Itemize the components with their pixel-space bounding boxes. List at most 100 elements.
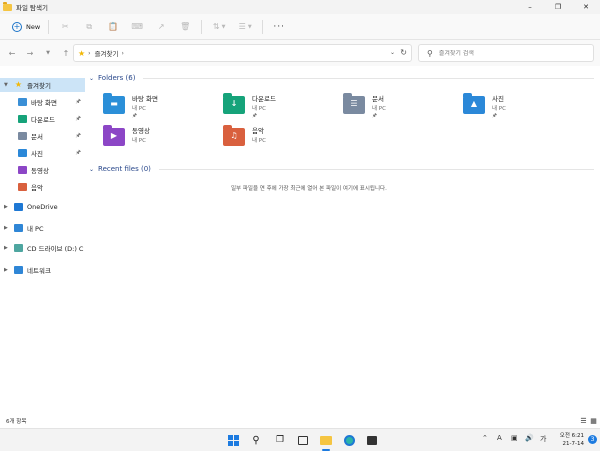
notification-badge[interactable]: 3 [588, 435, 597, 444]
breadcrumb[interactable]: 즐겨찾기 [95, 48, 119, 58]
chevron-down-icon: ⌄ [89, 165, 95, 173]
sidebar-item-onedrive[interactable]: ▶ OneDrive [0, 200, 85, 214]
folder-name: 문서 [372, 95, 384, 103]
chevron-right-icon[interactable]: ▶ [4, 225, 12, 231]
task-view-icon[interactable]: ❐ [273, 433, 287, 447]
folder-tile-music[interactable]: ♫ 음악 내 PC [219, 124, 337, 154]
sidebar-item-downloads[interactable]: 다운로드 🖈 [0, 112, 85, 126]
sidebar-item-desktop[interactable]: 바탕 화면 🖈 [0, 95, 85, 109]
divider [201, 19, 203, 34]
sidebar-item-network[interactable]: ▶ 네트워크 [0, 263, 85, 277]
refresh-icon[interactable]: ↻ [400, 48, 407, 57]
item-count: 6개 항목 [6, 419, 27, 425]
music-folder-icon: ♫ [223, 125, 245, 146]
pin-icon: 🖈 [252, 113, 258, 119]
recent-files-section-header[interactable]: ⌄ Recent files (0) [89, 163, 594, 175]
sidebar-item-label: CD 드라이브 (D:) C [27, 245, 84, 253]
delete-icon[interactable]: 🗑 [173, 18, 197, 36]
divider [48, 19, 50, 34]
chevron-down-icon[interactable]: ⌄ [390, 49, 395, 56]
maximize-icon[interactable]: ❐ [544, 0, 572, 14]
documents-icon [18, 132, 27, 140]
pin-icon: 🖈 [75, 132, 81, 139]
sidebar-item-label: 동영상 [31, 167, 49, 175]
more-icon[interactable]: ··· [267, 18, 291, 36]
folder-location: 내 PC [372, 106, 386, 112]
file-explorer-icon[interactable] [319, 433, 333, 447]
desktop-icon [18, 98, 27, 106]
folder-tile-downloads[interactable]: ↓ 다운로드 내 PC 🖈 [219, 92, 337, 122]
store-icon[interactable] [365, 433, 379, 447]
tiles-view-icon[interactable]: ▦ [589, 417, 598, 425]
copy-icon[interactable]: ⧉ [77, 18, 101, 36]
sidebar-item-videos[interactable]: 동영상 [0, 163, 85, 177]
folder-name: 사진 [492, 95, 504, 103]
chevron-right-icon[interactable]: ▶ [4, 245, 12, 251]
chevron-right-icon[interactable]: › [122, 50, 124, 57]
sidebar-item-label: 다운로드 [31, 116, 55, 124]
sidebar-item-label: 바탕 화면 [31, 99, 57, 107]
folder-location: 내 PC [492, 106, 506, 112]
folder-tile-desktop[interactable]: ▬ 바탕 화면 내 PC 🖈 [99, 92, 217, 122]
widgets-icon[interactable] [296, 433, 310, 447]
sidebar-item-cd-drive[interactable]: ▶ CD 드라이브 (D:) C [0, 241, 85, 255]
back-icon[interactable]: ← [3, 44, 21, 62]
address-bar[interactable]: ★ › 즐겨찾기 › ⌄ ↻ [73, 44, 412, 62]
details-view-icon[interactable]: ☰ [579, 417, 588, 425]
search-input[interactable] [438, 49, 579, 57]
minimize-icon[interactable]: – [516, 0, 544, 14]
music-icon [18, 183, 27, 191]
sidebar-item-quick-access[interactable]: ▼ ★ 즐겨찾기 [0, 78, 85, 92]
status-bar: 6개 항목 ☰ ▦ [0, 414, 600, 428]
close-icon[interactable]: ✕ [572, 0, 600, 14]
sort-icon[interactable]: ⇅ ▼ [206, 18, 232, 36]
sidebar-item-music[interactable]: 음악 [0, 180, 85, 194]
chevron-right-icon: › [88, 49, 91, 57]
language-icon[interactable]: 가 [540, 434, 546, 444]
navigation-pane: ▼ ★ 즐겨찾기 바탕 화면 🖈 다운로드 🖈 문서 🖈 사진 🖈 동영상 음악… [0, 74, 85, 414]
chevron-up-icon[interactable]: ⌃ [482, 434, 488, 442]
monitor-icon[interactable]: ▣ [511, 434, 518, 442]
recent-locations-icon[interactable]: ▼ [39, 44, 57, 62]
folder-name: 바탕 화면 [132, 95, 158, 103]
chevron-down-icon[interactable]: ▼ [4, 82, 12, 88]
chevron-right-icon[interactable]: ▶ [4, 267, 12, 273]
command-bar: + New ✂ ⧉ 📋 ⌨ ↗ 🗑 ⇅ ▼ ☰ ▼ ··· [0, 14, 600, 40]
divider [262, 19, 264, 34]
search-icon[interactable]: ⚲ [249, 433, 263, 447]
sidebar-item-pictures[interactable]: 사진 🖈 [0, 146, 85, 160]
rename-icon[interactable]: ⌨ [125, 18, 149, 36]
start-icon[interactable] [227, 434, 239, 446]
chevron-right-icon[interactable]: ▶ [4, 204, 12, 210]
sidebar-item-this-pc[interactable]: ▶ 내 PC [0, 221, 85, 235]
sidebar-item-label: 내 PC [27, 225, 44, 233]
folder-tile-pictures[interactable]: ▲ 사진 내 PC 🖈 [459, 92, 577, 122]
folder-tile-videos[interactable]: ▶ 동영상 내 PC [99, 124, 217, 154]
plus-icon: + [12, 21, 22, 32]
star-icon: ★ [78, 48, 86, 58]
folder-tile-documents[interactable]: ☰ 문서 내 PC 🖈 [339, 92, 457, 122]
share-icon[interactable]: ↗ [149, 18, 173, 36]
sidebar-item-documents[interactable]: 문서 🖈 [0, 129, 85, 143]
edge-icon[interactable] [342, 433, 356, 447]
folder-name: 동영상 [132, 127, 150, 135]
view-icon[interactable]: ☰ ▼ [232, 18, 258, 36]
clock[interactable]: 오전 6:21 21-7-14 [560, 432, 584, 448]
cut-icon[interactable]: ✂ [53, 18, 77, 36]
sidebar-item-label: OneDrive [27, 203, 58, 211]
file-explorer-app-icon [3, 1, 12, 11]
empty-recent-message: 일부 파일을 연 후에 가장 최근에 열어 본 파일이 여기에 표시됩니다. [231, 186, 387, 192]
paste-icon[interactable]: 📋 [101, 18, 125, 36]
clock-time: 오전 6:21 [559, 433, 584, 439]
new-button[interactable]: + New [8, 18, 44, 36]
folders-section-header[interactable]: ⌄ Folders (6) [89, 72, 594, 84]
search-box[interactable]: ⚲ [418, 44, 594, 62]
volume-icon[interactable]: 🔊 [525, 434, 534, 442]
font-icon[interactable]: A [497, 434, 502, 442]
folder-location: 내 PC [252, 106, 266, 112]
forward-icon[interactable]: → [21, 44, 39, 62]
documents-folder-icon: ☰ [343, 93, 365, 114]
clock-date: 21-7-14 [562, 441, 584, 447]
cd-drive-icon [14, 244, 23, 252]
pin-icon: 🖈 [132, 113, 138, 119]
